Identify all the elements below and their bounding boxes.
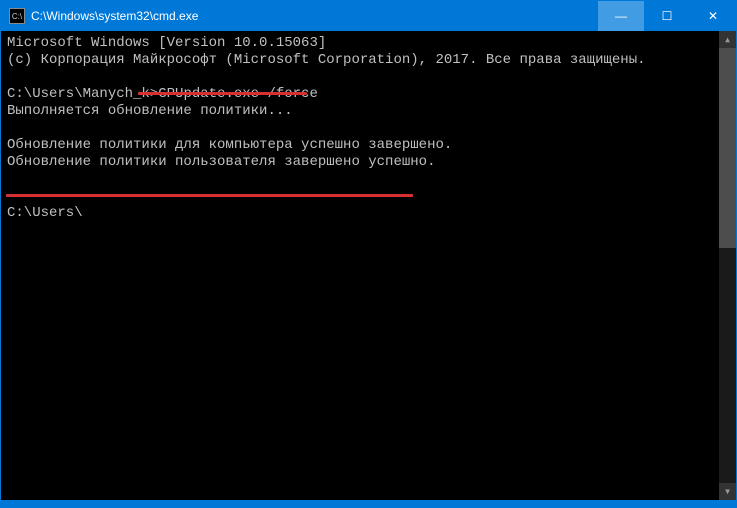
- annotation-underline-result: [6, 194, 413, 197]
- titlebar[interactable]: C:\ C:\Windows\system32\cmd.exe — ☐ ✕: [1, 1, 736, 31]
- window-controls: — ☐ ✕: [598, 1, 736, 31]
- window-border-bottom: [1, 500, 736, 507]
- scroll-thumb[interactable]: [719, 48, 736, 248]
- close-button[interactable]: ✕: [690, 1, 736, 31]
- minimize-button[interactable]: —: [598, 1, 644, 31]
- status-updating: Выполняется обновление политики...: [7, 103, 293, 119]
- cmd-icon: C:\: [9, 8, 25, 24]
- prompt-2: C:\Users\: [7, 205, 83, 221]
- copyright-line: (с) Корпорация Майкрософт (Microsoft Cor…: [7, 52, 646, 68]
- window-title: C:\Windows\system32\cmd.exe: [31, 9, 598, 23]
- os-version-line: Microsoft Windows [Version 10.0.15063]: [7, 35, 326, 51]
- maximize-button[interactable]: ☐: [644, 1, 690, 31]
- status-user-success: Обновление политики пользователя заверше…: [7, 154, 435, 170]
- cmd-window: C:\ C:\Windows\system32\cmd.exe — ☐ ✕ Mi…: [0, 0, 737, 508]
- terminal-output[interactable]: Microsoft Windows [Version 10.0.15063] (…: [1, 31, 719, 500]
- vertical-scrollbar[interactable]: ▲ ▼: [719, 31, 736, 500]
- status-computer-success: Обновление политики для компьютера успеш…: [7, 137, 452, 153]
- scroll-track[interactable]: [719, 48, 736, 483]
- scroll-up-button[interactable]: ▲: [719, 31, 736, 48]
- prompt-1: C:\Users\Manych_k>: [7, 86, 158, 102]
- content-area: Microsoft Windows [Version 10.0.15063] (…: [1, 31, 736, 500]
- scroll-down-button[interactable]: ▼: [719, 483, 736, 500]
- annotation-underline-command: [138, 92, 307, 95]
